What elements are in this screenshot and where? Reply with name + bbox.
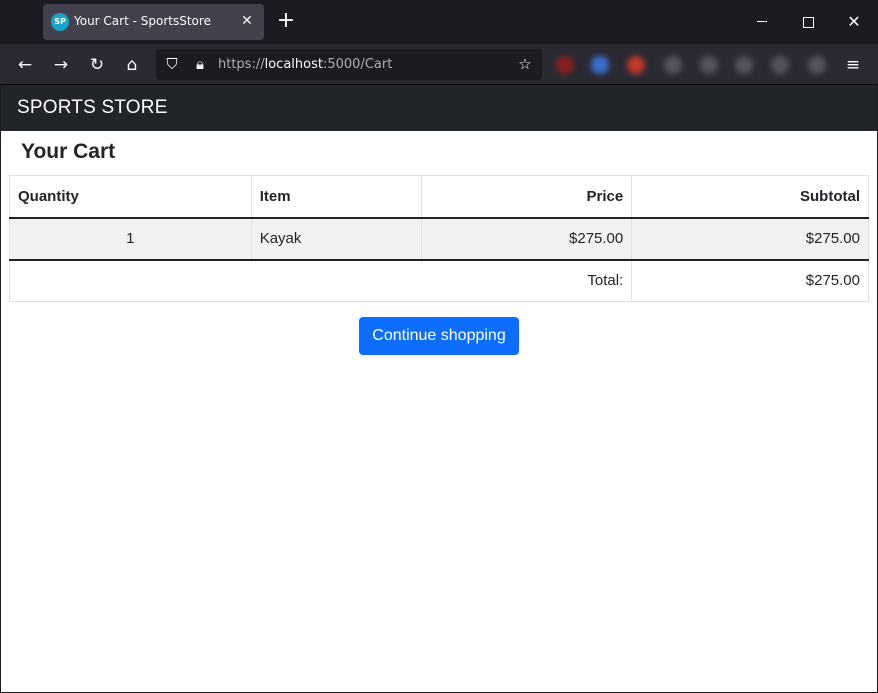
cart-table: Quantity Item Price Subtotal 1 Kayak $27… — [8, 175, 869, 302]
cell-subtotal: $275.00 — [631, 217, 869, 261]
column-header-quantity: Quantity — [9, 175, 252, 219]
extension-icon[interactable] — [591, 56, 609, 74]
close-tab-icon[interactable]: ✕ — [238, 12, 256, 30]
address-bar[interactable]: ⛉ 🔒︎ https://localhost:5000/Cart ☆ — [156, 49, 542, 80]
column-header-subtotal: Subtotal — [631, 175, 869, 219]
favicon-icon: SP — [51, 13, 69, 31]
cell-item: Kayak — [250, 217, 422, 261]
browser-tab-active[interactable]: SP Your Cart - SportsStore ✕ — [43, 4, 264, 40]
url-text[interactable]: https://localhost:5000/Cart — [218, 57, 392, 72]
page-title: Your Cart — [21, 140, 116, 163]
cell-price: $275.00 — [420, 217, 633, 261]
home-icon[interactable]: ⌂ — [120, 53, 144, 77]
menu-icon[interactable]: ≡ — [841, 53, 865, 77]
column-header-price: Price — [420, 175, 633, 219]
browser-tab-strip: SP Your Cart - SportsStore ✕ + ✕ — [0, 0, 878, 44]
site-navbar: SPORTS STORE — [1, 85, 877, 131]
tab-title: Your Cart - SportsStore — [74, 14, 211, 28]
extension-icon[interactable] — [664, 56, 682, 74]
total-label: Total: — [8, 259, 633, 302]
minimize-window-icon[interactable] — [750, 10, 774, 34]
url-path: :5000/Cart — [322, 57, 393, 72]
extension-icon[interactable] — [627, 56, 645, 74]
url-scheme: https:// — [218, 57, 265, 72]
new-tab-icon[interactable]: + — [276, 10, 296, 32]
extension-icon[interactable] — [700, 56, 718, 74]
maximize-window-icon[interactable] — [796, 10, 820, 34]
back-icon[interactable]: ← — [13, 53, 37, 77]
total-value: $275.00 — [631, 259, 869, 302]
table-header-row: Quantity Item Price Subtotal — [9, 175, 869, 219]
browser-toolbar: ← → ↻ ⌂ ⛉ 🔒︎ https://localhost:5000/Cart… — [0, 44, 878, 85]
cell-quantity: 1 — [9, 217, 252, 261]
reload-icon[interactable]: ↻ — [85, 53, 109, 77]
star-icon[interactable]: ☆ — [514, 53, 536, 75]
table-row: 1 Kayak $275.00 $275.00 — [9, 217, 869, 261]
extension-icon[interactable] — [771, 56, 789, 74]
extension-icon[interactable] — [556, 56, 574, 74]
site-brand: SPORTS STORE — [17, 97, 168, 118]
lock-icon[interactable]: 🔒︎ — [189, 53, 211, 75]
close-window-icon[interactable]: ✕ — [842, 10, 866, 34]
forward-icon[interactable]: → — [49, 53, 73, 77]
total-row: Total: $275.00 — [8, 259, 869, 302]
extension-icon[interactable] — [735, 56, 753, 74]
column-header-item: Item — [250, 175, 422, 219]
page-viewport: SPORTS STORE Your Cart Quantity Item Pri… — [1, 85, 877, 692]
continue-shopping-button[interactable]: Continue shopping — [359, 317, 519, 355]
shield-icon[interactable]: ⛉ — [161, 53, 183, 75]
extension-icon[interactable] — [808, 56, 826, 74]
url-host: localhost — [264, 57, 323, 72]
